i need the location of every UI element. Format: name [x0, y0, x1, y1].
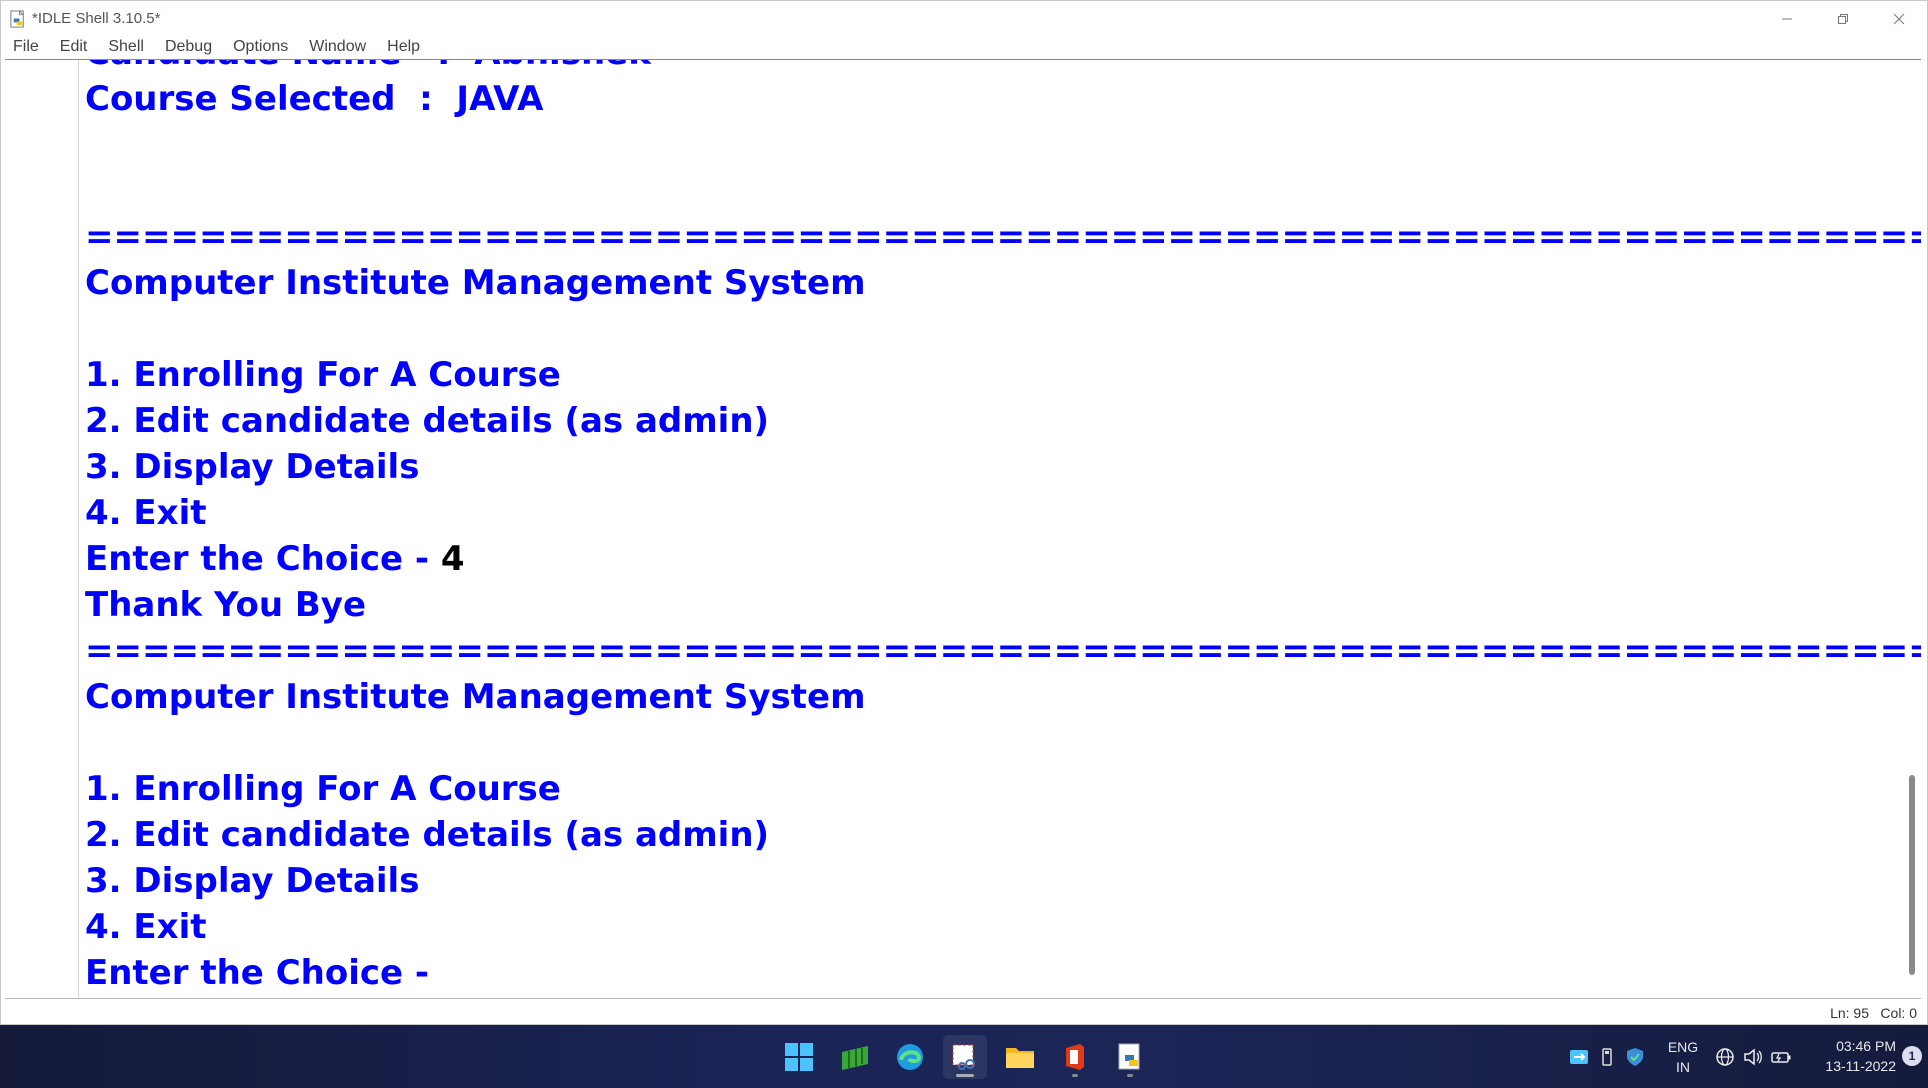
menu-bar: File Edit Shell Debug Options Window Hel… [1, 35, 429, 59]
menu-debug[interactable]: Debug [153, 35, 221, 59]
shell-user-input: 4 [440, 539, 465, 579]
minimize-icon [1782, 18, 1792, 20]
minimize-button[interactable] [1759, 1, 1815, 37]
volume-icon[interactable] [1742, 1047, 1764, 1067]
close-button[interactable] [1871, 1, 1927, 37]
shell-output-text: Computer Institute Management System [85, 263, 866, 303]
shell-output-text: ========================================… [85, 631, 1921, 671]
shell-line: Computer Institute Management System [85, 260, 1891, 306]
language-region: IN [1676, 1059, 1690, 1075]
battery-icon[interactable] [1770, 1047, 1792, 1067]
notification-badge[interactable]: 1 [1902, 1046, 1922, 1066]
shell-line: Computer Institute Management System [85, 674, 1891, 720]
usb-drive-icon[interactable] [1596, 1047, 1618, 1067]
shell-output-text: ========================================… [85, 217, 1921, 257]
shell-output-text: Enter the Choice - [85, 539, 441, 579]
system-tray: ENG IN 03:46 PM 13-11-2022 1 [1528, 1025, 1928, 1088]
taskbar-app-edge[interactable] [888, 1035, 932, 1079]
menu-options[interactable]: Options [221, 35, 297, 59]
menu-window[interactable]: Window [297, 35, 375, 59]
edge-browser-icon [897, 1044, 923, 1070]
shell-line: 4. Exit [85, 490, 1891, 536]
running-app-indicator [1072, 1074, 1078, 1077]
shell-output-text: 3. Display Details [85, 861, 420, 901]
shell-line: ========================================… [85, 628, 1921, 674]
scroll-thumb[interactable] [1909, 775, 1915, 975]
start-button[interactable] [777, 1035, 821, 1079]
restore-button[interactable] [1815, 1, 1871, 37]
shell-line: 4. Exit [85, 904, 1891, 950]
shell-line: 1. Enrolling For A Course [85, 766, 1891, 812]
shell-output-text: Candidate Name : Abhishek [85, 60, 651, 73]
shell-output-text: 2. Edit candidate details (as admin) [85, 815, 770, 855]
shell-output-text: 4. Exit [85, 493, 207, 533]
python-idle-icon [1118, 1043, 1140, 1070]
shell-output-text: 4. Exit [85, 907, 207, 947]
shell-output-text: 3. Display Details [85, 447, 420, 487]
shell-line: 1. Enrolling For A Course [85, 352, 1891, 398]
windows-start-icon [785, 1043, 813, 1071]
file-explorer-icon [1006, 1048, 1034, 1068]
office-app-icon [1066, 1044, 1084, 1070]
taskbar: ENG IN 03:46 PM 13-11-2022 1 [0, 1025, 1928, 1088]
taskbar-app-snipping[interactable] [943, 1035, 987, 1079]
shell-text[interactable]: Candidate Name : Abhishek Course Selected… [85, 60, 1921, 996]
shell-output-area[interactable]: Candidate Name : Abhishek Course Selected… [5, 59, 1921, 999]
language-code: ENG [1667, 1039, 1699, 1055]
prompt-gutter [5, 60, 79, 998]
shell-line: 3. Display Details [85, 858, 1891, 904]
title-bar[interactable]: *IDLE Shell 3.10.5* [1, 1, 1927, 37]
shell-line: Enter the Choice - [85, 950, 1891, 996]
shell-line: Enter the Choice - 4 [85, 536, 1891, 582]
clock-time: 03:46 PM [1836, 1038, 1896, 1054]
clock[interactable]: 03:46 PM 13-11-2022 [1798, 1036, 1896, 1076]
clock-date: 13-11-2022 [1825, 1058, 1896, 1074]
shell-line: Thank You Bye [85, 582, 1891, 628]
spreadsheet-app-icon [842, 1046, 868, 1070]
shell-output-text: 1. Enrolling For A Course [85, 355, 561, 395]
taskbar-app-office[interactable] [1053, 1035, 1097, 1079]
restore-icon [1838, 14, 1848, 24]
shell-line: Course Selected : JAVA [85, 76, 1891, 122]
shell-output-text: 1. Enrolling For A Course [85, 769, 561, 809]
status-line-number: Ln: 95 [1830, 1005, 1869, 1021]
idle-shell-window: *IDLE Shell 3.10.5* File Edit Shell Debu… [0, 0, 1928, 1025]
status-column-number: Col: 0 [1880, 1005, 1917, 1021]
shell-output-text: Thank You Bye [85, 585, 367, 625]
vertical-scrollbar[interactable] [1901, 60, 1921, 998]
taskbar-app-idle[interactable] [1108, 1035, 1152, 1079]
shell-line: Candidate Name : Abhishek [85, 60, 1891, 76]
shell-line: 2. Edit candidate details (as admin) [85, 398, 1891, 444]
shell-line: 3. Display Details [85, 444, 1891, 490]
menu-edit[interactable]: Edit [48, 35, 97, 59]
menu-file[interactable]: File [1, 35, 48, 59]
snipping-tool-icon [952, 1044, 975, 1070]
status-bar: Ln: 95 Col: 0 [1, 1001, 1927, 1025]
menu-shell[interactable]: Shell [96, 35, 153, 59]
running-app-indicator [1127, 1074, 1133, 1077]
window-title: *IDLE Shell 3.10.5* [32, 10, 161, 27]
shell-output-text: Computer Institute Management System [85, 677, 866, 717]
shell-line: 2. Edit candidate details (as admin) [85, 812, 1891, 858]
network-globe-icon[interactable] [1714, 1047, 1736, 1067]
taskbar-app-explorer[interactable] [998, 1035, 1042, 1079]
shell-line: ========================================… [85, 214, 1921, 260]
taskbar-app-sheets[interactable] [833, 1035, 877, 1079]
shell-output-text: Course Selected : JAVA [85, 79, 544, 119]
shell-output-text: Enter the Choice - [85, 953, 441, 993]
language-indicator[interactable]: ENG IN [1660, 1037, 1706, 1077]
active-app-indicator [956, 1074, 974, 1077]
close-icon [1893, 13, 1905, 25]
python-idle-icon [10, 10, 25, 28]
menu-help[interactable]: Help [375, 35, 429, 59]
security-shield-icon[interactable] [1624, 1047, 1646, 1067]
sync-icon[interactable] [1568, 1047, 1590, 1067]
shell-output-text: 2. Edit candidate details (as admin) [85, 401, 770, 441]
